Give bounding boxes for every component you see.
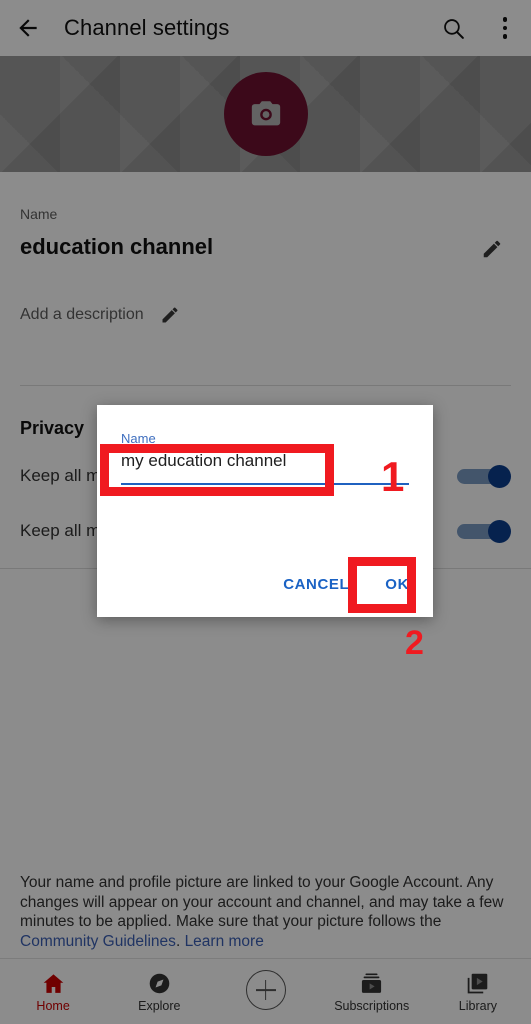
annotation-box-1 xyxy=(100,444,334,496)
annotation-box-2 xyxy=(348,557,416,613)
annotation-number-2: 2 xyxy=(405,624,424,662)
screen-root: Channel settings Name education channel … xyxy=(0,0,531,1024)
annotation-number-1: 1 xyxy=(381,453,405,500)
